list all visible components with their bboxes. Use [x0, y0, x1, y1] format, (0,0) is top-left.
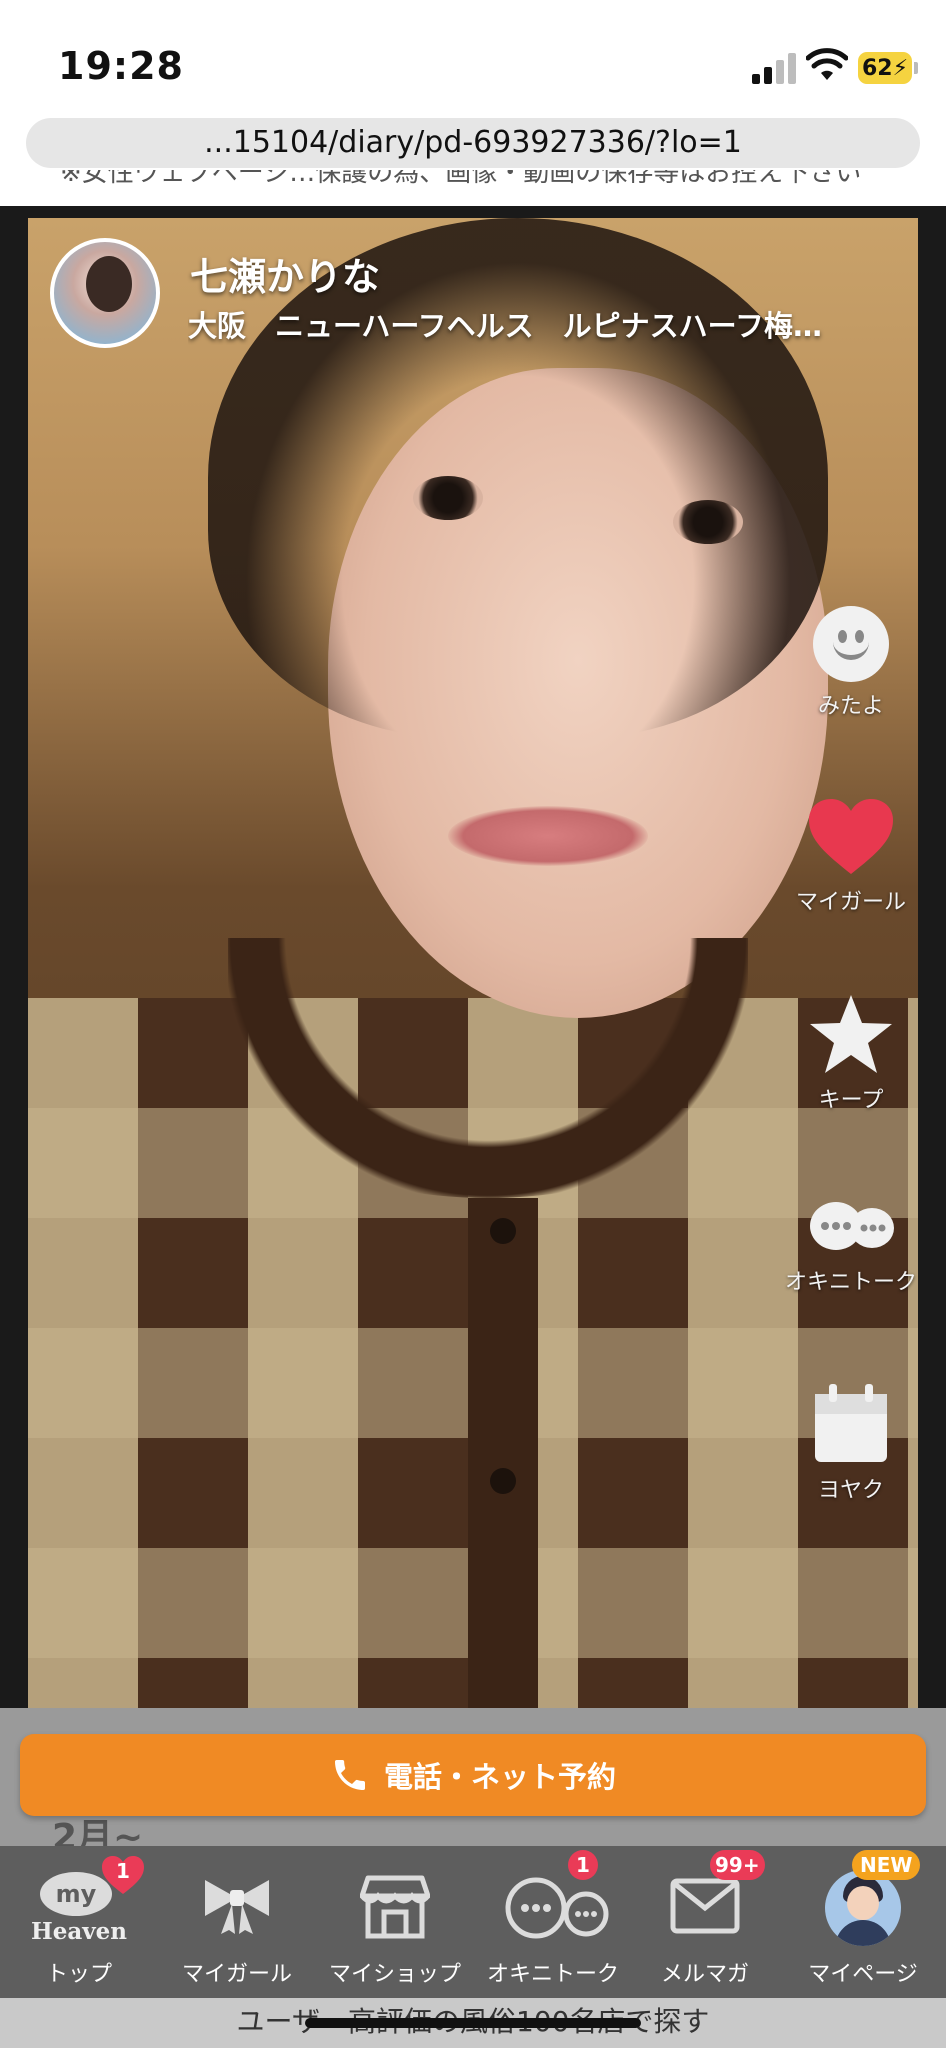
- nav-okini-talk-label: オキニトーク: [486, 1962, 619, 1987]
- shop-icon: [360, 1875, 430, 1939]
- nav-mail-magazine[interactable]: 99+ メルマガ: [626, 1846, 784, 1998]
- nav-top-label: トップ: [45, 1962, 112, 1987]
- my-heaven-logo-heaven: Heaven: [31, 1918, 127, 1945]
- keep-button[interactable]: キープ: [771, 992, 931, 1114]
- photo-button: [490, 1468, 516, 1494]
- bottom-navigation: my Heaven 1 トップ マイガール マイショップ 1 オキニトーク 99…: [0, 1846, 946, 1998]
- smile-icon: [813, 606, 889, 682]
- photo-button: [490, 1218, 516, 1244]
- nav-okini-talk-badge: 1: [568, 1850, 598, 1880]
- cellular-signal-icon: [752, 50, 796, 84]
- nav-mail-magazine-badge: 99+: [710, 1850, 765, 1880]
- keep-label: キープ: [818, 1088, 884, 1113]
- my-girl-button[interactable]: マイガール: [771, 796, 931, 916]
- heart-icon: [809, 799, 893, 874]
- my-heaven-logo-wordmark: Heaven: [24, 1918, 134, 1945]
- photo-eye-right: [673, 500, 743, 544]
- reserve-label: 電話・ネット予約: [383, 1760, 616, 1794]
- status-time: 19:28: [58, 44, 184, 88]
- home-indicator: [305, 2018, 641, 2028]
- status-bar: 19:28 62 ⚡: [0, 0, 946, 115]
- photo-eye-left: [413, 476, 483, 520]
- battery-tip: [914, 62, 918, 74]
- url-bar[interactable]: ...15104/diary/pd-693927336/?lo=1: [26, 118, 920, 168]
- profile-name[interactable]: 七瀬かりな: [190, 246, 380, 301]
- nav-my-page-new-badge: NEW: [852, 1850, 921, 1880]
- phone-icon: [334, 1760, 365, 1790]
- photo-lips: [448, 806, 648, 866]
- ribbon-icon: [205, 1880, 269, 1934]
- my-girl-label: マイガール: [795, 890, 906, 915]
- mail-icon: [670, 1878, 740, 1934]
- nav-my-shop-label: マイショップ: [328, 1962, 461, 1987]
- nav-my-girl-label: マイガール: [181, 1962, 292, 1987]
- profile-avatar[interactable]: [50, 238, 160, 348]
- yoyaku-button[interactable]: ヨヤク: [771, 1382, 931, 1504]
- battery-level: 62: [861, 55, 893, 81]
- user-avatar-body: [835, 1920, 891, 1946]
- nav-okini-talk[interactable]: 1 オキニトーク: [474, 1846, 632, 1998]
- user-avatar-face: [847, 1886, 879, 1920]
- battery-indicator: 62 ⚡: [858, 52, 912, 84]
- my-heaven-logo-my: my: [55, 1880, 97, 1908]
- profile-shop[interactable]: 大阪 ニューハーフヘルス ルピナスハーフ梅…: [188, 303, 848, 345]
- nav-top[interactable]: my Heaven 1 トップ: [0, 1846, 158, 1998]
- nav-my-shop[interactable]: マイショップ: [316, 1846, 474, 1998]
- nav-mail-magazine-label: メルマガ: [660, 1962, 749, 1987]
- nav-my-page-label: マイページ: [808, 1962, 918, 1987]
- nav-top-badge: 1: [116, 1859, 130, 1883]
- star-icon: [810, 995, 892, 1073]
- nav-my-page[interactable]: NEW マイページ: [784, 1846, 942, 1998]
- wifi-icon: [806, 48, 848, 80]
- nav-my-girl[interactable]: マイガール: [158, 1846, 316, 1998]
- calendar-icon: [815, 1384, 887, 1462]
- chat-icon: [505, 1877, 609, 1939]
- reserve-button[interactable]: 電話・ネット予約: [20, 1734, 926, 1816]
- user-avatar-icon: [825, 1870, 901, 1946]
- okini-talk-label: オキニトーク: [784, 1270, 917, 1295]
- okini-talk-button[interactable]: オキニトーク: [771, 1198, 931, 1296]
- background-page-text: ※女性ウェブページ…保護の為、画像・動画の保存等はお控え下さい: [60, 170, 862, 186]
- mitayo-button[interactable]: みたよ: [771, 606, 931, 720]
- mitayo-label: みたよ: [817, 694, 884, 719]
- photo-placket: [468, 1198, 538, 1708]
- yoyaku-label: ヨヤク: [817, 1478, 884, 1503]
- chat-bubbles-icon: [810, 1202, 894, 1250]
- photo-collar: [228, 938, 748, 1198]
